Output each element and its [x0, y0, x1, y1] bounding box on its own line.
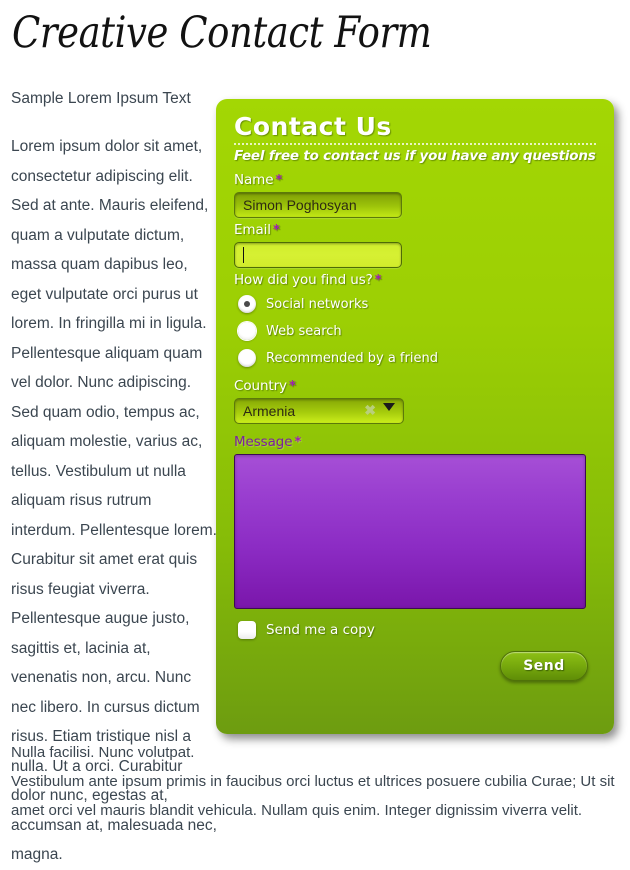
email-input[interactable] [234, 242, 402, 268]
title-divider [234, 143, 596, 145]
radio-option-social-networks[interactable]: Social networks [238, 292, 596, 316]
name-input[interactable] [234, 192, 402, 218]
send-button[interactable]: Send [500, 651, 588, 681]
required-asterisk: * [374, 273, 382, 288]
message-label: Message * [234, 434, 596, 450]
radio-label: Web search [266, 323, 342, 339]
name-label-text: Name [234, 172, 274, 188]
find-us-label-text: How did you find us? [234, 272, 373, 288]
name-input-shell [234, 192, 404, 218]
contact-form-panel: Contact Us Feel free to contact us if yo… [216, 99, 614, 734]
required-asterisk: * [275, 173, 283, 188]
radio-icon[interactable] [238, 349, 256, 367]
message-label-text: Message [234, 434, 293, 450]
radio-icon[interactable] [238, 322, 256, 340]
field-find-us: How did you find us? * Social networks We… [234, 272, 596, 370]
field-message: Message * [234, 434, 596, 609]
email-label: Email * [234, 222, 596, 238]
find-us-label: How did you find us? * [234, 272, 596, 288]
required-asterisk: * [272, 223, 280, 238]
required-asterisk: * [288, 379, 296, 394]
country-select-value[interactable]: Armenia [234, 398, 404, 424]
email-input-shell [234, 242, 404, 268]
country-select[interactable]: Armenia ✖ [234, 398, 404, 424]
clear-icon[interactable]: ✖ [364, 402, 376, 418]
country-label: Country * [234, 378, 596, 394]
send-copy-label: Send me a copy [266, 622, 375, 638]
form-subtitle: Feel free to contact us if you have any … [234, 148, 596, 164]
country-label-text: Country [234, 378, 287, 394]
text-caret [243, 247, 244, 263]
footer-line-2: Vestibulum ante ipsum primis in faucibus… [11, 773, 615, 819]
field-email: Email * [234, 222, 596, 268]
field-name: Name * [234, 172, 596, 218]
footer-text-block: Nulla facilisi. Nunc volutpat. Vestibulu… [11, 738, 623, 825]
radio-icon-selected[interactable] [238, 295, 256, 313]
sample-heading: Sample Lorem Ipsum Text [11, 90, 191, 107]
radio-label: Recommended by a friend [266, 350, 438, 366]
form-title: Contact Us [234, 112, 392, 141]
radio-option-recommended-by-friend[interactable]: Recommended by a friend [238, 346, 596, 370]
page-title: Creative Contact Form [12, 8, 432, 58]
send-copy-checkbox-row[interactable]: Send me a copy [238, 621, 596, 639]
radio-option-web-search[interactable]: Web search [238, 319, 596, 343]
submit-row: Send [234, 651, 596, 681]
checkbox-icon[interactable] [238, 621, 256, 639]
field-country: Country * Armenia ✖ [234, 378, 596, 424]
required-asterisk: * [294, 435, 302, 450]
footer-line-1: Nulla facilisi. Nunc volutpat. [11, 744, 195, 761]
email-label-text: Email [234, 222, 271, 238]
name-label: Name * [234, 172, 596, 188]
chevron-down-icon[interactable] [383, 403, 395, 411]
radio-label: Social networks [266, 296, 369, 312]
message-textarea[interactable] [234, 454, 586, 609]
